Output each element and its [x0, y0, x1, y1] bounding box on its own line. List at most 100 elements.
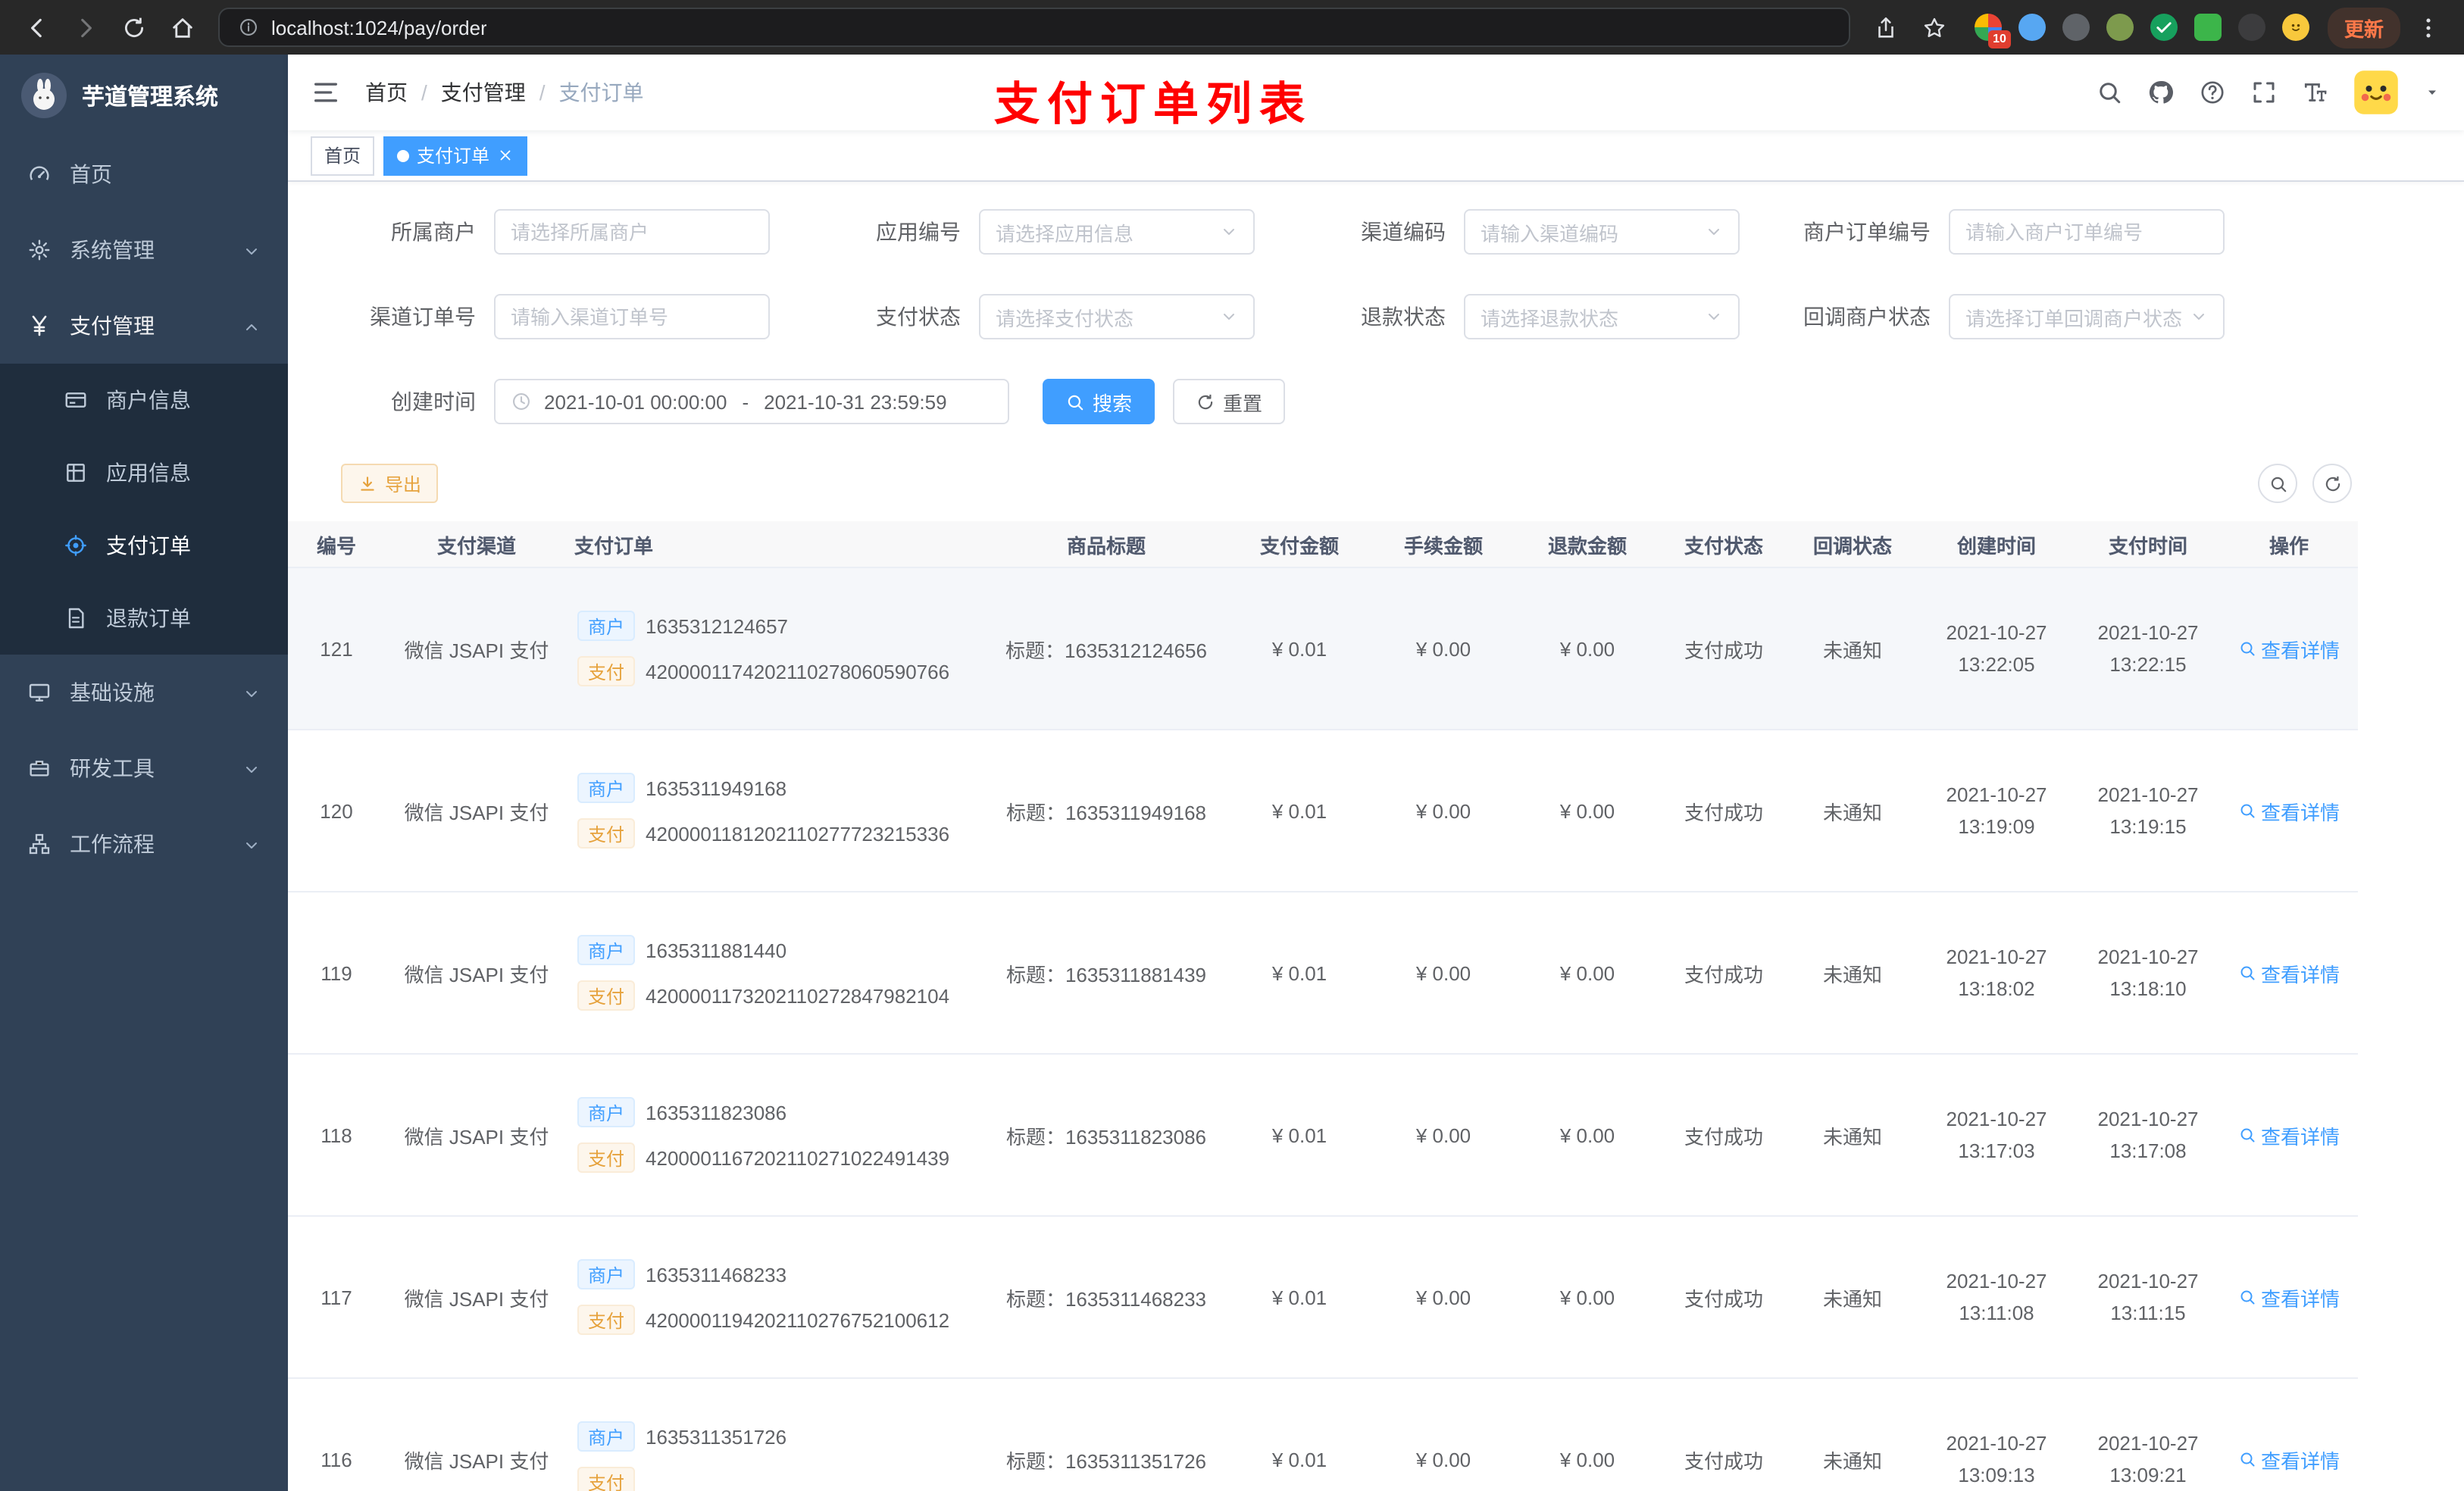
pay-time: 2021-10-27 13:17:08	[2097, 1107, 2199, 1162]
cell-title: 标题：1635312124656	[1005, 639, 1207, 661]
extensions-area: 10	[1962, 14, 2322, 48]
sidebar-item-pay-order[interactable]: 支付订单	[0, 509, 288, 582]
channel-order-no-input[interactable]	[511, 305, 753, 328]
sidebar-item-merchant-info[interactable]: 商户信息	[0, 364, 288, 436]
browser-back-button[interactable]	[15, 6, 58, 48]
sidebar-item-refund-order[interactable]: 退款订单	[0, 582, 288, 655]
close-icon	[500, 150, 511, 161]
sidebar-item-payment[interactable]: 支付管理	[0, 288, 288, 364]
pay-status-select[interactable]: 请选择支付状态	[979, 294, 1255, 339]
view-detail-link[interactable]: 查看详情	[2226, 1445, 2352, 1474]
browser-update-button[interactable]: 更新	[2327, 7, 2400, 48]
cell-title: 标题：1635311468233	[1005, 1287, 1207, 1310]
cell-create_time: 2021-10-27 13:17:03	[1917, 1102, 2076, 1167]
gray-extension-icon[interactable]	[2062, 14, 2090, 41]
merchant-input[interactable]	[511, 220, 753, 243]
merchant-tag: 商户	[577, 1259, 636, 1289]
toggle-search-panel-button[interactable]	[2258, 464, 2297, 503]
channel-order-no: 4200001174202110278060590766	[646, 660, 950, 683]
breadcrumb-item[interactable]: 首页	[365, 77, 408, 108]
tab-label: 支付订单	[417, 145, 490, 167]
tab-pay-order[interactable]: 支付订单	[383, 136, 528, 175]
search-button[interactable]: 搜索	[1043, 379, 1155, 424]
sidebar-item-dev-tools[interactable]: 研发工具	[0, 730, 288, 806]
blue-extension-icon[interactable]	[2018, 14, 2046, 41]
create-time-range-picker[interactable]: 2021-10-01 00:00:00 - 2021-10-31 23:59:5…	[494, 379, 1009, 424]
merchant-order-no-input[interactable]	[1965, 220, 2208, 243]
bookmark-star-button[interactable]	[1914, 6, 1956, 48]
create-time: 2021-10-27 13:18:02	[1946, 945, 2047, 1000]
create-time: 2021-10-27 13:17:03	[1946, 1107, 2047, 1162]
tab-home[interactable]: 首页	[311, 136, 375, 175]
cell-refund: ¥ 0.00	[1559, 961, 1615, 984]
sidebar-item-label: 首页	[70, 162, 112, 186]
sidebar-item-infrastructure[interactable]: 基础设施	[0, 655, 288, 730]
search-icon	[2240, 966, 2255, 980]
view-detail-link[interactable]: 查看详情	[2226, 1283, 2352, 1311]
cell-id: 119	[321, 961, 352, 984]
header-search-button[interactable]	[2096, 79, 2123, 106]
url-text: localhost:1024/pay/order	[271, 16, 487, 39]
notify-status-select[interactable]: 请选择订单回调商户状态	[1949, 294, 2225, 339]
face-extension-icon[interactable]	[2281, 14, 2309, 41]
address-bar[interactable]: localhost:1024/pay/order	[218, 8, 1850, 47]
export-button[interactable]: 导出	[341, 464, 439, 503]
cell-create_time: 2021-10-27 13:19:09	[1917, 778, 2076, 843]
reset-button[interactable]: 重置	[1173, 379, 1286, 424]
chevron-down-icon	[246, 691, 257, 698]
cell-title: 标题：1635311351726	[1005, 1449, 1207, 1472]
green-check-extension-icon[interactable]	[2150, 14, 2178, 41]
browser-home-button[interactable]	[161, 6, 203, 48]
view-detail-link[interactable]: 查看详情	[2226, 1121, 2352, 1149]
github-link[interactable]	[2147, 79, 2175, 106]
sidebar-item-label: 商户信息	[106, 388, 191, 412]
create-time: 2021-10-27 13:11:08	[1946, 1269, 2047, 1324]
browser-reload-button[interactable]	[112, 6, 155, 48]
user-menu-caret[interactable]	[2423, 83, 2441, 102]
sidebar-item-workflow[interactable]: 工作流程	[0, 806, 288, 882]
font-size-icon	[2304, 83, 2327, 102]
help-button[interactable]	[2199, 79, 2226, 106]
select-placeholder: 请输入渠道编码	[1481, 222, 1619, 245]
view-detail-link[interactable]: 查看详情	[2226, 958, 2352, 987]
search-icon	[2270, 476, 2286, 492]
olive-extension-icon[interactable]	[2106, 14, 2134, 41]
download-icon	[361, 476, 374, 490]
view-detail-link[interactable]: 查看详情	[2226, 634, 2352, 663]
site-info-icon[interactable]	[238, 17, 259, 38]
merchant-order-no-label: 商户订单编号	[1803, 220, 1931, 244]
sidebar-item-home[interactable]: 首页	[0, 136, 288, 212]
cell-status: 支付成功	[1684, 801, 1763, 824]
view-detail-link[interactable]: 查看详情	[2226, 796, 2352, 825]
notify-status-label: 回调商户状态	[1803, 305, 1931, 329]
refresh-table-button[interactable]	[2312, 464, 2352, 503]
browser-forward-button[interactable]	[64, 6, 106, 48]
chevron-down-icon	[242, 238, 261, 262]
refund-status-select[interactable]: 请选择退款状态	[1464, 294, 1740, 339]
hamburger-icon[interactable]	[311, 77, 341, 108]
sidebar-item-system[interactable]: 系统管理	[0, 212, 288, 288]
channel-code-select[interactable]: 请输入渠道编码	[1464, 209, 1740, 255]
create-time: 2021-10-27 13:22:05	[1946, 620, 2047, 676]
close-tab-button[interactable]	[497, 147, 514, 164]
cell-channel: 微信 JSAPI 支付	[404, 1125, 549, 1148]
create-time: 2021-10-27 13:19:09	[1946, 783, 2047, 838]
user-avatar[interactable]	[2353, 70, 2399, 115]
breadcrumb-item[interactable]: 支付管理	[441, 77, 526, 108]
app-no-select[interactable]: 请选择应用信息	[979, 209, 1255, 255]
cell-order: 商户 1635311881440 支付 42000011732021102728479…	[568, 935, 985, 1011]
green-chat-extension-icon[interactable]	[2194, 14, 2222, 41]
share-button[interactable]	[1865, 6, 1908, 48]
font-size-button[interactable]	[2302, 79, 2329, 106]
cell-action: 查看详情	[2220, 1445, 2358, 1474]
cell-channel: 微信 JSAPI 支付	[404, 1287, 549, 1310]
pay-time: 2021-10-27 13:09:21	[2097, 1431, 2199, 1486]
sidebar-item-label: 支付订单	[106, 533, 191, 558]
app-logo[interactable]: 芋道管理系统	[0, 55, 288, 136]
fullscreen-button[interactable]	[2250, 79, 2278, 106]
cell-amount: ¥ 0.01	[1271, 637, 1327, 660]
dark-extension-icon[interactable]	[2237, 14, 2265, 41]
browser-menu-button[interactable]	[2406, 6, 2449, 48]
sidebar-item-app-info[interactable]: 应用信息	[0, 436, 288, 509]
extensions-grid-icon[interactable]: 10	[1974, 14, 2011, 48]
